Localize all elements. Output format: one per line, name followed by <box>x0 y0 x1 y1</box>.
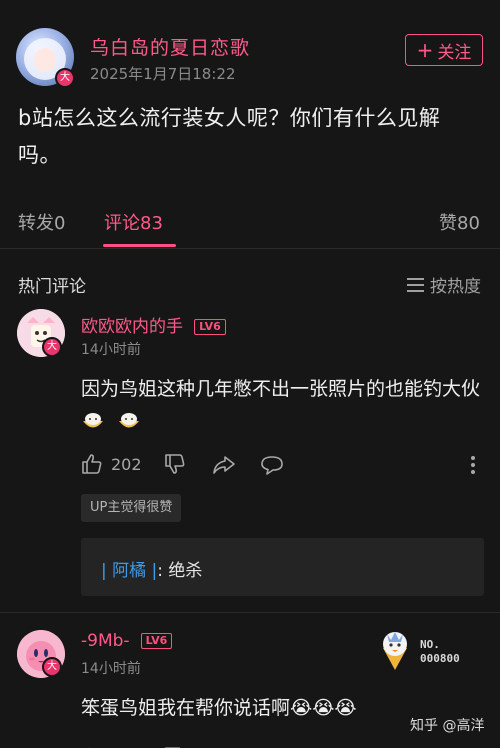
comment-divider <box>0 612 500 613</box>
commenter-badge: 大 <box>42 657 62 677</box>
post-time: 2025年1月7日18:22 <box>90 65 236 83</box>
commenter-name[interactable]: -9Mb- <box>81 631 130 651</box>
up-liked-tag: UP主觉得很赞 <box>81 494 182 522</box>
fan-number-value: 000800 <box>420 652 460 665</box>
bowl-emoji-icon <box>119 413 140 428</box>
bowl-emoji-icon <box>83 413 103 428</box>
active-tab-underline <box>103 244 176 247</box>
comment-text: 因为鸟姐这种几年憋不出一张照片的也能钓大伙 <box>81 372 486 440</box>
thumbs-down-icon <box>165 454 185 474</box>
fan-badge-icon <box>375 628 415 676</box>
post-question: b站怎么这么流行装女人呢？你们有什么见解吗。 <box>18 106 441 167</box>
follow-label: 关注 <box>437 42 472 63</box>
share-arrow-icon <box>213 456 235 474</box>
reply-content: | 阿橘 |: 绝杀 <box>101 561 203 581</box>
tab-repost[interactable]: 转发0 <box>18 209 65 235</box>
fan-number-label: NO. <box>420 638 440 651</box>
level-badge: LV6 <box>140 633 173 649</box>
reply-preview[interactable]: | 阿橘 |: 绝杀 <box>81 538 484 596</box>
thumbs-up-icon <box>82 454 102 474</box>
like-button[interactable] <box>81 740 103 748</box>
plus-icon: + <box>416 38 434 62</box>
comment-time: 14小时前 <box>81 661 141 677</box>
hot-comments-title: 热门评论 <box>18 277 86 297</box>
commenter-name[interactable]: 欧欧欧内的手 <box>81 317 183 337</box>
reply-user[interactable]: 阿橘 <box>112 561 146 581</box>
sort-button[interactable]: 按热度 <box>407 272 481 297</box>
comment-time: 14小时前 <box>81 342 141 358</box>
level-badge: LV6 <box>194 319 226 335</box>
reply-button[interactable] <box>260 455 284 479</box>
sort-lines-icon <box>407 277 424 292</box>
like-button[interactable]: 202 <box>81 453 142 475</box>
speech-bubble-icon <box>261 456 283 475</box>
tab-like[interactable]: 赞80 <box>439 209 480 235</box>
tabs-divider <box>0 248 500 249</box>
like-count: 202 <box>111 454 142 474</box>
watermark: 知乎 @高洋 <box>410 718 485 734</box>
comment-text-content: 因为鸟姐这种几年憋不出一张照片的也能钓大伙 <box>81 378 481 400</box>
follow-button[interactable]: + 关注 <box>405 34 483 66</box>
avatar-face <box>34 48 56 72</box>
commenter-badge: 大 <box>42 337 62 357</box>
comment-text: 笨蛋鸟姐我在帮你说话啊😭😭😭 <box>81 697 357 719</box>
more-options-button[interactable] <box>470 455 476 479</box>
sort-label: 按热度 <box>430 277 481 297</box>
share-button[interactable] <box>212 454 236 480</box>
fan-number: NO. 000800 <box>420 638 460 666</box>
author-badge: 大 <box>55 68 75 88</box>
dislike-button[interactable] <box>164 453 186 479</box>
author-name[interactable]: 乌白岛的夏日恋歌 <box>90 33 250 60</box>
dislike-button[interactable] <box>164 740 186 748</box>
vertical-dots-icon <box>471 456 475 474</box>
tab-comment[interactable]: 评论83 <box>104 209 163 235</box>
reply-text: : 绝杀 <box>157 561 203 581</box>
